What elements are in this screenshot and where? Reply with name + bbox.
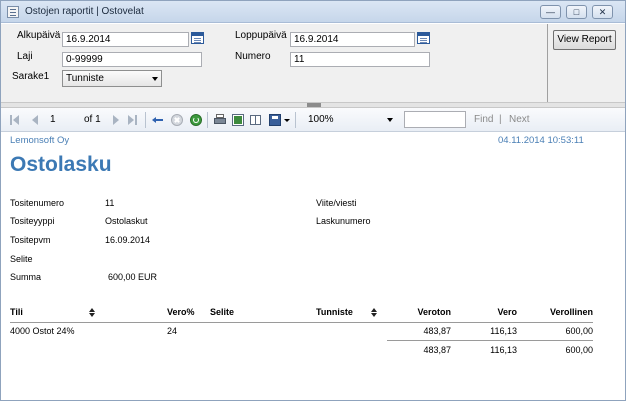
totals-divider xyxy=(387,340,593,341)
stop-icon[interactable] xyxy=(171,114,183,126)
viite-label: Viite/viesti xyxy=(316,198,357,208)
maximize-button[interactable]: □ xyxy=(566,5,587,19)
previous-page-icon[interactable] xyxy=(30,114,42,126)
column-header-tili: Tili xyxy=(10,307,23,317)
tositenumero-value: 11 xyxy=(105,198,115,208)
toolbar-separator xyxy=(145,112,146,128)
alkupaiva-calendar-icon[interactable] xyxy=(191,32,204,44)
chevron-down-icon xyxy=(387,118,393,122)
row-tili: 4000 Ostot 24% xyxy=(10,326,75,336)
report-timestamp: 04.11.2014 10:53:11 xyxy=(498,135,584,146)
report-title: Ostolasku xyxy=(10,153,112,176)
last-page-icon[interactable] xyxy=(127,114,139,126)
row-vero-pct: 24 xyxy=(167,326,178,336)
laskunumero-label: Laskunumero xyxy=(316,216,371,226)
summa-label: Summa xyxy=(10,272,42,282)
page-setup-icon[interactable] xyxy=(250,114,262,126)
tositepvm-label: Tositepvm xyxy=(10,235,51,245)
summa-value: 600,00 EUR xyxy=(108,272,158,282)
print-layout-icon[interactable] xyxy=(232,114,244,126)
splitter-grip-icon[interactable] xyxy=(307,103,321,107)
export-icon[interactable] xyxy=(269,114,281,126)
find-link[interactable]: Find xyxy=(474,114,493,125)
next-page-icon[interactable] xyxy=(111,114,123,126)
chevron-down-icon xyxy=(152,77,158,81)
print-icon[interactable] xyxy=(214,114,226,126)
view-report-button[interactable]: View Report xyxy=(553,30,616,50)
loppupaiva-calendar-icon[interactable] xyxy=(417,32,430,44)
report-toolbar: 1 of 1 100% Find | Next xyxy=(1,108,625,132)
tositenumero-label: Tositenumero xyxy=(10,198,65,208)
table-header-divider xyxy=(10,322,593,323)
column-header-vero-pct: Vero% xyxy=(167,307,195,317)
find-text-input[interactable] xyxy=(404,111,466,128)
zoom-select[interactable]: 100% xyxy=(303,111,397,128)
sarake1-selected-value: Tunniste xyxy=(66,73,104,84)
loppupaiva-input[interactable]: 16.9.2014 xyxy=(290,32,415,47)
column-header-verollinen: Verollinen xyxy=(549,307,593,317)
tositeyyppi-value: Ostolaskut xyxy=(105,216,148,226)
numero-input[interactable]: 11 xyxy=(290,52,430,67)
sarake1-label: Sarake1 xyxy=(12,71,50,82)
page-count-label: of 1 xyxy=(84,114,101,125)
app-icon xyxy=(7,6,19,18)
column-header-selite: Selite xyxy=(210,307,235,317)
toolbar-separator xyxy=(207,112,208,128)
current-page-input[interactable]: 1 xyxy=(45,111,75,128)
find-next-link[interactable]: Next xyxy=(509,114,530,125)
laji-label: Laji xyxy=(17,51,33,62)
row-veroton: 483,87 xyxy=(423,326,451,336)
row-verollinen: 600,00 xyxy=(565,326,593,336)
column-header-tunniste: Tunniste xyxy=(316,307,353,317)
loppupaiva-label: Loppupäivä xyxy=(235,30,287,41)
refresh-icon[interactable] xyxy=(190,114,202,126)
first-page-icon[interactable] xyxy=(10,114,22,126)
total-verollinen: 600,00 xyxy=(565,345,593,355)
company-name: Lemonsoft Oy xyxy=(10,135,70,146)
toolbar-separator xyxy=(295,112,296,128)
report-body: Lemonsoft Oy 04.11.2014 10:53:11 Ostolas… xyxy=(1,133,625,400)
window-title: Ostojen raportit | Ostovelat xyxy=(25,6,144,17)
total-vero: 116,13 xyxy=(490,345,517,355)
sort-icon[interactable] xyxy=(371,308,377,317)
tositepvm-value: 16.09.2014 xyxy=(105,235,151,245)
alkupaiva-label: Alkupäivä xyxy=(17,30,61,41)
parameter-panel: Alkupäivä 16.9.2014 Loppupäivä 16.9.2014… xyxy=(1,24,625,102)
zoom-value: 100% xyxy=(308,114,334,125)
row-vero: 116,13 xyxy=(490,326,517,336)
back-icon[interactable] xyxy=(152,114,164,126)
export-dropdown-icon[interactable] xyxy=(284,119,290,122)
sarake1-select[interactable]: Tunniste xyxy=(62,70,162,87)
total-veroton: 483,87 xyxy=(423,345,451,355)
column-header-veroton: Veroton xyxy=(417,307,451,317)
column-header-vero: Vero xyxy=(497,307,517,317)
selite-label: Selite xyxy=(10,254,33,264)
alkupaiva-input[interactable]: 16.9.2014 xyxy=(62,32,189,47)
report-viewer-window: Ostojen raportit | Ostovelat — □ ✕ Alkup… xyxy=(0,0,626,401)
parameter-divider xyxy=(547,24,548,102)
close-button[interactable]: ✕ xyxy=(592,5,613,19)
sort-icon[interactable] xyxy=(89,308,95,317)
tositeyyppi-label: Tositeyyppi xyxy=(10,216,55,226)
laji-input[interactable]: 0-99999 xyxy=(62,52,202,67)
find-separator: | xyxy=(499,114,502,125)
numero-label: Numero xyxy=(235,51,271,62)
minimize-button[interactable]: — xyxy=(540,5,561,19)
title-bar: Ostojen raportit | Ostovelat — □ ✕ xyxy=(1,1,625,23)
